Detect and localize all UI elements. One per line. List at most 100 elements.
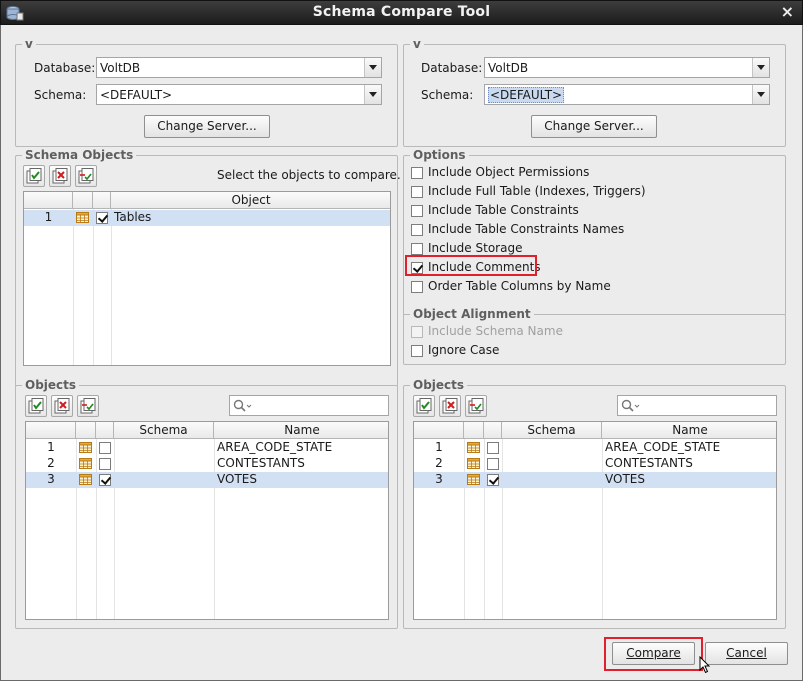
row-number: 1 [435,440,443,454]
invert-selection-button[interactable] [75,165,97,187]
column-header-name[interactable]: Name [602,422,776,439]
option-label[interactable]: Include Full Table (Indexes, Triggers) [428,184,646,198]
alignment-checkbox[interactable] [411,345,423,357]
alignment-label: Include Schema Name [428,324,563,338]
deselect-all-button[interactable] [51,395,73,417]
source-database-value: VoltDB [100,61,141,75]
table-icon [467,474,480,485]
table-icon [467,458,480,469]
row-name: CONTESTANTS [217,456,305,470]
source-change-server-button[interactable]: Change Server... [144,115,270,138]
invert-selection-button[interactable] [77,395,99,417]
option-checkbox[interactable] [411,167,423,179]
table-header: Object [24,192,390,209]
objects-search-input[interactable] [229,395,389,416]
option-checkbox[interactable] [411,281,423,293]
target-schema-combo[interactable]: <DEFAULT> [484,84,770,105]
column-header-name[interactable]: Name [214,422,388,439]
target-change-server-button[interactable]: Change Server... [531,115,657,138]
option-label[interactable]: Include Storage [428,241,522,255]
option-label[interactable]: Include Object Permissions [428,165,589,179]
alignment-label[interactable]: Ignore Case [428,343,499,357]
table-row[interactable]: 1 AREA_CODE_STATE [414,440,776,456]
select-all-button[interactable] [413,395,435,417]
source-database-combo[interactable]: VoltDB [96,57,382,78]
alignment-checkbox [411,326,423,338]
option-checkbox[interactable] [411,186,423,198]
close-icon[interactable]: × [781,2,794,21]
select-all-icon [416,398,432,414]
target-database-combo[interactable]: VoltDB [484,57,770,78]
select-all-button[interactable] [23,165,45,187]
row-checkbox[interactable] [99,442,111,454]
options-legend: Options [413,148,466,162]
source-schema-label: Schema: [34,88,87,102]
column-header-schema[interactable]: Schema [502,422,602,439]
deselect-all-icon [442,398,458,414]
option-label[interactable]: Include Table Constraints Names [428,222,624,236]
table-row[interactable]: 3 VOTES [414,472,776,488]
row-number: 2 [435,456,443,470]
option-checkbox[interactable] [411,224,423,236]
objects-search-input[interactable] [617,395,777,416]
deselect-all-button[interactable] [439,395,461,417]
column-header-schema[interactable]: Schema [114,422,214,439]
row-checkbox[interactable] [487,458,499,470]
source-database-label: Database: [34,61,96,75]
column-header-object[interactable]: Object [111,192,390,209]
row-number: 1 [47,440,55,454]
schema-objects-table: Object 1 Tables [23,191,391,366]
row-checkbox[interactable] [96,212,108,224]
option-label[interactable]: Include Table Constraints [428,203,579,217]
dropdown-arrow-icon[interactable] [752,85,769,104]
option-checkbox[interactable] [411,243,423,255]
objects-left-legend: Objects [25,378,77,392]
row-checkbox[interactable] [487,442,499,454]
table-row[interactable]: 2 CONTESTANTS [26,456,388,472]
deselect-all-icon [52,168,68,184]
table-icon [467,442,480,453]
row-name: VOTES [605,472,645,486]
option-highlight-box [405,255,537,276]
target-database-value: VoltDB [488,61,529,75]
target-database-label: Database: [421,61,483,75]
table-icon [79,442,92,453]
invert-selection-button[interactable] [465,395,487,417]
table-header: Schema Name [26,422,388,439]
row-number: 3 [47,472,55,486]
row-checkbox[interactable] [487,474,499,486]
row-name: CONTESTANTS [605,456,693,470]
option-checkbox[interactable] [411,205,423,217]
table-row[interactable]: 1 AREA_CODE_STATE [26,440,388,456]
table-row[interactable]: 1 Tables [24,210,390,226]
table-icon [79,458,92,469]
objects-right-legend: Objects [413,378,465,392]
deselect-all-button[interactable] [49,165,71,187]
compare-highlight-box [604,637,703,671]
select-all-button[interactable] [25,395,47,417]
objects-table: Schema Name 1 AREA_CODE_STATE 2 CONTESTANTS 3 V… [413,421,777,620]
schema-compare-dialog: v Database: VoltDB Schema: <DEFAULT> Cha… [0,25,803,681]
select-all-icon [26,168,42,184]
row-name: AREA_CODE_STATE [605,440,721,454]
dropdown-arrow-icon[interactable] [752,58,769,77]
row-checkbox[interactable] [99,474,111,486]
cancel-button[interactable]: Cancel [705,642,788,665]
row-number: 2 [47,456,55,470]
dropdown-arrow-icon[interactable] [364,58,381,77]
table-row[interactable]: 3 VOTES [26,472,388,488]
table-header: Schema Name [414,422,776,439]
table-row[interactable]: 2 CONTESTANTS [414,456,776,472]
invert-selection-icon [80,398,96,414]
select-all-icon [28,398,44,414]
cancel-button-label: Cancel [726,646,767,660]
source-panel-legend: v [25,37,33,51]
source-schema-value: <DEFAULT> [100,88,173,102]
objects-table: Schema Name 1 AREA_CODE_STATE 2 CONTESTANTS 3 V… [25,421,389,620]
dropdown-arrow-icon[interactable] [364,85,381,104]
source-schema-combo[interactable]: <DEFAULT> [96,84,382,105]
search-icon [621,399,640,412]
row-checkbox[interactable] [99,458,111,470]
option-label[interactable]: Order Table Columns by Name [428,279,611,293]
row-name: AREA_CODE_STATE [217,440,333,454]
